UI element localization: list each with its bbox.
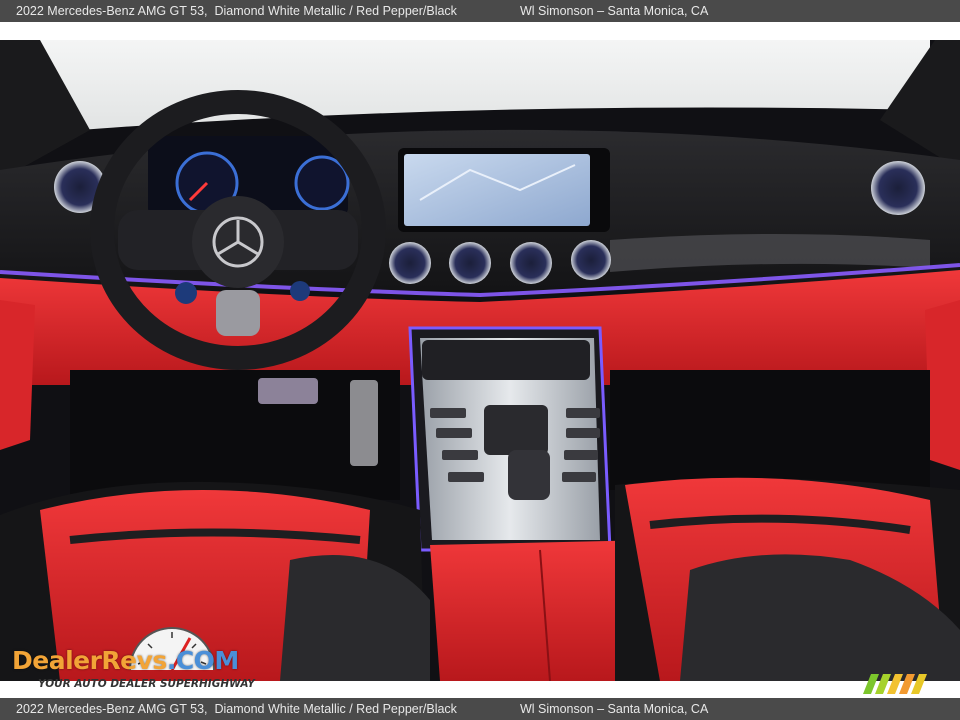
watermark-brand: DealerRevs.COM: [12, 646, 239, 675]
dealerrevs-watermark: DealerRevs.COM YOUR AUTO DEALER SUPERHIG…: [12, 624, 272, 694]
stripes-logo-icon: [863, 674, 927, 694]
footer-vehicle-caption: 2022 Mercedes-Benz AMG GT 53, Diamond Wh…: [16, 702, 457, 716]
vehicle-caption: 2022 Mercedes-Benz AMG GT 53, Diamond Wh…: [16, 4, 457, 18]
interior-illustration: [0, 40, 960, 681]
watermark-tagline: YOUR AUTO DEALER SUPERHIGHWAY: [38, 678, 255, 690]
interior-photo[interactable]: [0, 40, 960, 681]
dealer-name: Wl Simonson – Santa Monica, CA: [520, 4, 709, 18]
header-bar: 2022 Mercedes-Benz AMG GT 53, Diamond Wh…: [0, 0, 960, 22]
right-vent: [871, 161, 925, 215]
footer-bar: 2022 Mercedes-Benz AMG GT 53, Diamond Wh…: [0, 698, 960, 720]
center-display: [404, 154, 590, 226]
footer-dealer-name: Wl Simonson – Santa Monica, CA: [520, 702, 709, 716]
